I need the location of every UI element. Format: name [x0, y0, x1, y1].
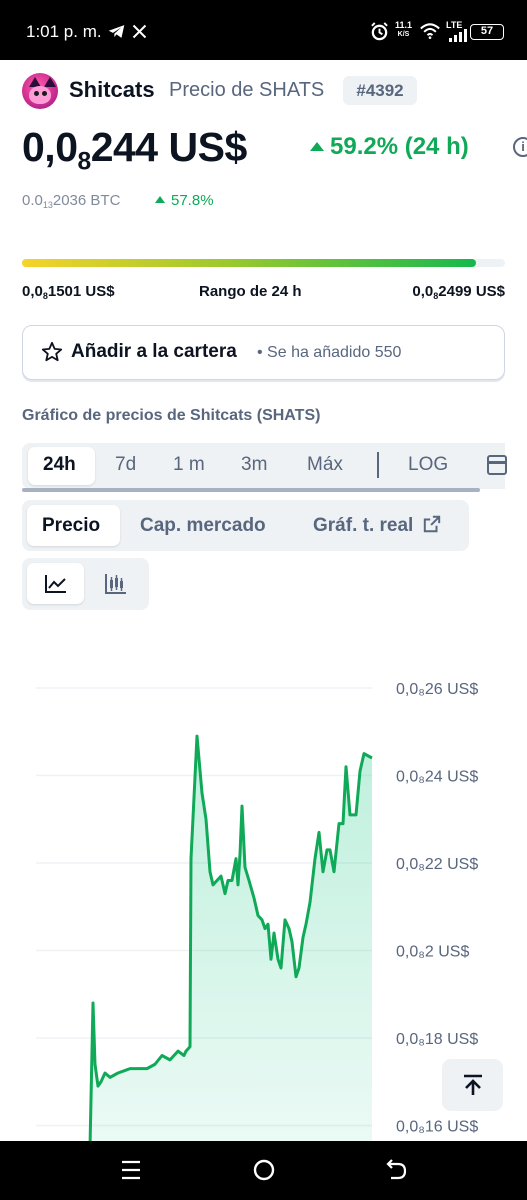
watchlist-count: • Se ha añadido 550	[257, 344, 402, 361]
arrow-up-icon	[464, 1074, 482, 1095]
x-icon	[132, 24, 147, 39]
tabs-scrollbar[interactable]	[22, 488, 480, 492]
tab-7d[interactable]: 7d	[115, 454, 136, 476]
tab-realtime-chart[interactable]: Gráf. t. real	[313, 515, 441, 537]
tab-log[interactable]: LOG	[408, 454, 448, 476]
candlestick-icon[interactable]	[104, 573, 128, 595]
alarm-icon	[371, 22, 388, 41]
tab-24h[interactable]: 24h	[43, 454, 76, 476]
home-icon[interactable]	[251, 1156, 277, 1184]
caret-up-icon	[310, 142, 324, 151]
external-link-icon	[423, 515, 440, 533]
y-tick-label: 0,0₈2 US$	[396, 944, 469, 961]
range-high: 0,082499 US$	[412, 283, 505, 302]
menu-icon[interactable]	[119, 1156, 143, 1184]
net-speed: 11.1 K/S	[395, 20, 413, 38]
price-chart[interactable]: 0,0₈26 US$ 0,0₈24 US$ 0,0₈22 US$ 0,0₈2 US$ 0…	[0, 640, 527, 1200]
tab-1m[interactable]: 1 m	[173, 454, 205, 476]
coin-name: Shitcats	[69, 77, 155, 102]
chart-heading: Gráfico de precios de Shitcats (SHATS)	[22, 407, 321, 424]
y-tick-label: 0,0₈22 US$	[396, 856, 478, 873]
price-area	[0, 736, 372, 1200]
back-icon[interactable]	[383, 1156, 409, 1184]
tab-3m[interactable]: 3m	[241, 454, 267, 476]
scroll-to-top-button[interactable]	[442, 1059, 503, 1111]
rank-badge: #4392	[343, 76, 417, 105]
tab-price[interactable]: Precio	[42, 515, 100, 537]
y-tick-label: 0,0₈26 US$	[396, 681, 478, 698]
btc-change: 57.8%	[155, 192, 214, 209]
tab-max[interactable]: Máx	[307, 454, 343, 476]
signal-icon	[449, 29, 467, 42]
range-label: Rango de 24 h	[199, 283, 302, 300]
tab-separator	[377, 452, 379, 478]
range-fill	[22, 259, 477, 267]
coin-logo	[22, 73, 58, 109]
y-tick-label: 0,0₈24 US$	[396, 769, 478, 786]
tab-market-cap[interactable]: Cap. mercado	[140, 515, 266, 537]
y-axis-labels: 0,0₈26 US$ 0,0₈24 US$ 0,0₈22 US$ 0,0₈2 US$ 0…	[396, 681, 478, 1136]
line-chart-icon[interactable]	[44, 574, 68, 594]
add-to-watchlist-button[interactable]: Añadir a la cartera • Se ha añadido 550	[22, 325, 505, 380]
status-time: 1:01 p. m.	[26, 22, 102, 41]
caret-up-icon	[155, 196, 165, 203]
range-low: 0,081501 US$	[22, 283, 115, 302]
coin-subtitle: Precio de SHATS	[169, 79, 325, 101]
star-icon	[41, 341, 63, 362]
telegram-icon	[108, 25, 125, 38]
price-change-24h: 59.2% (24 h)	[310, 133, 469, 161]
y-tick-label: 0,0₈16 US$	[396, 1119, 478, 1136]
watchlist-label: Añadir a la cartera	[71, 341, 237, 362]
price-main: 0,08244 US$	[22, 124, 247, 176]
y-tick-label: 0,0₈18 US$	[396, 1031, 478, 1048]
calendar-icon[interactable]	[487, 455, 507, 475]
battery-icon: 57	[470, 24, 504, 40]
btc-price: 0.0132036 BTC	[22, 192, 121, 211]
wifi-icon	[420, 23, 440, 39]
info-icon[interactable]: i	[513, 137, 527, 157]
